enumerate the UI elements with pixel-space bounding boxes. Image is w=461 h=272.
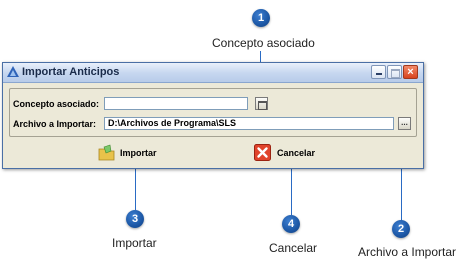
callout-2-label: Archivo a Importar (358, 245, 457, 259)
callout-4-badge: 4 (282, 215, 300, 233)
app-icon (7, 66, 19, 77)
cancel-icon (254, 144, 271, 161)
importar-button[interactable]: Importar (98, 144, 168, 162)
concepto-asociado-input[interactable] (104, 97, 248, 110)
lookup-icon (258, 101, 267, 110)
close-button[interactable]: × (403, 65, 418, 79)
callout-1-badge: 1 (252, 9, 270, 27)
concepto-asociado-label: Concepto asociado: (13, 99, 100, 109)
browse-file-button[interactable]: ... (398, 117, 411, 130)
cancelar-button[interactable]: Cancelar (254, 144, 324, 162)
callout-2-badge: 2 (392, 220, 410, 238)
import-icon (98, 144, 115, 161)
archivo-importar-input[interactable]: D:\Archivos de Programa\SLS (104, 117, 394, 130)
cancelar-label: Cancelar (277, 148, 316, 158)
importar-label: Importar (120, 148, 157, 158)
import-parameters-group: Concepto asociado: Archivo a Importar: D… (9, 88, 417, 137)
window-title: Importar Anticipos (22, 66, 120, 78)
concepto-lookup-button[interactable] (255, 97, 268, 110)
maximize-icon (391, 69, 400, 78)
callout-1-label: Concepto asociado (212, 36, 315, 50)
callout-4-label: Cancelar (269, 241, 318, 255)
maximize-button[interactable] (387, 65, 402, 79)
archivo-importar-label: Archivo a Importar: (13, 119, 97, 129)
minimize-button[interactable] (371, 65, 386, 79)
callout-3-label: Importar (112, 236, 157, 250)
title-bar[interactable]: Importar Anticipos × (3, 63, 423, 83)
import-dialog-window: Importar Anticipos × Concepto asociado: … (2, 62, 424, 169)
close-icon: × (407, 66, 414, 78)
minimize-icon (376, 73, 382, 75)
callout-3-badge: 3 (126, 210, 144, 228)
